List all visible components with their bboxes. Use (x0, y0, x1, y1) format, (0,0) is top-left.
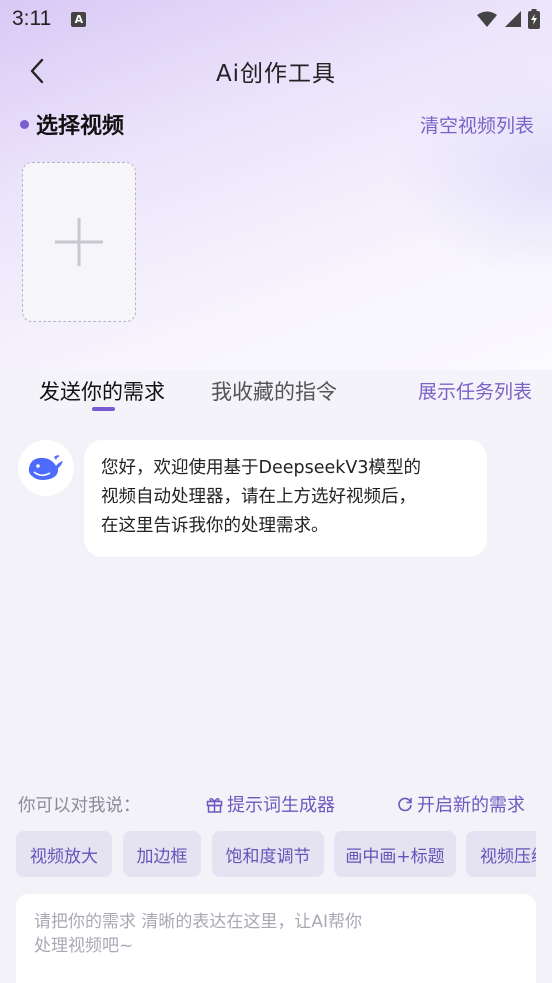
show-task-list-button[interactable]: 展示任务列表 (418, 377, 532, 404)
clear-video-list-button[interactable]: 清空视频列表 (420, 111, 534, 138)
back-arrow-icon (30, 58, 44, 84)
request-input[interactable]: 请把你的需求 清晰的表达在这里，让AI帮你处理视频吧~ (16, 894, 536, 983)
message-line: 视频自动处理器，请在上方选好视频后， (101, 487, 416, 507)
chip-video-compress[interactable]: 视频压缩 (466, 831, 536, 877)
new-request-label: 开启新的需求 (417, 795, 525, 816)
chip-add-border[interactable]: 加边框 (123, 831, 201, 877)
suggestion-label: 你可以对我说： (18, 795, 141, 816)
assistant-message-bubble: 您好，欢迎使用基于DeepseekV3模型的 视频自动处理器，请在上方选好视频后… (84, 440, 487, 557)
notification-app-icon: A (71, 11, 87, 27)
tab-bar: 发送你的需求 我收藏的指令 展示任务列表 (0, 368, 552, 422)
deepseek-whale-icon (28, 455, 63, 480)
tab-active-indicator (92, 407, 115, 411)
status-time: 3:11 (12, 7, 52, 30)
quick-command-chips: 视频放大 加边框 饱和度调节 画中画+标题 视频压缩 (16, 831, 536, 877)
select-video-title: 选择视频 (36, 114, 125, 139)
prompt-generator-label: 提示词生成器 (227, 795, 335, 816)
suggestion-row: 你可以对我说： 提示词生成器 开启新的需求 (18, 790, 538, 818)
request-input-placeholder: 请把你的需求 清晰的表达在这里，让AI帮你处理视频吧~ (34, 912, 363, 956)
plus-icon (55, 218, 103, 266)
add-video-button[interactable] (22, 162, 136, 322)
tab-favorite-commands[interactable]: 我收藏的指令 (211, 376, 337, 406)
chip-saturation[interactable]: 饱和度调节 (212, 831, 324, 877)
nav-bar: Ai创作工具 (0, 48, 552, 94)
select-video-header: 选择视频 清空视频列表 (20, 106, 534, 142)
tab-send-request[interactable]: 发送你的需求 (39, 376, 165, 406)
battery-icon (528, 9, 540, 29)
assistant-avatar (18, 440, 74, 496)
message-line: 您好，欢迎使用基于DeepseekV3模型的 (101, 458, 422, 478)
section-dot (20, 119, 29, 129)
chip-picture-in-picture[interactable]: 画中画+标题 (334, 831, 456, 877)
status-bar: 3:11 A (0, 0, 552, 38)
prompt-generator-button[interactable]: 提示词生成器 (206, 791, 335, 817)
signal-icon (505, 11, 521, 27)
page-title: Ai创作工具 (215, 61, 337, 87)
chip-video-upscale[interactable]: 视频放大 (16, 831, 112, 877)
new-request-button[interactable]: 开启新的需求 (397, 791, 525, 817)
message-line: 在这里告诉我你的处理需求。 (101, 516, 329, 536)
status-icons (476, 9, 540, 29)
gift-icon (206, 797, 223, 813)
wifi-icon (477, 11, 497, 27)
refresh-icon (398, 797, 412, 812)
back-button[interactable] (22, 56, 52, 86)
